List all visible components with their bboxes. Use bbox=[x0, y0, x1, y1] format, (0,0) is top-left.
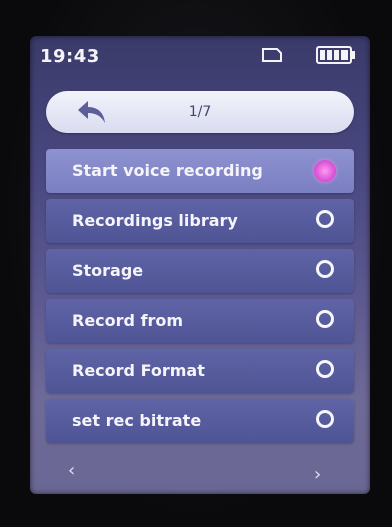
menu-item-label: Recordings library bbox=[72, 211, 238, 230]
menu-item-record-from[interactable]: Record from bbox=[46, 299, 354, 343]
menu-item-label: Storage bbox=[72, 261, 144, 280]
radio-checked-icon[interactable] bbox=[314, 160, 336, 182]
menu-item-storage[interactable]: Storage bbox=[46, 249, 354, 293]
device-bezel: 19:43 1/7 Start voice recording Recordin… bbox=[0, 0, 392, 527]
status-bar: 19:43 bbox=[30, 36, 370, 76]
radio-unchecked-icon[interactable] bbox=[316, 410, 334, 428]
radio-unchecked-icon[interactable] bbox=[316, 310, 334, 328]
menu-item-label: set rec bitrate bbox=[72, 411, 202, 430]
menu-item-record-format[interactable]: Record Format bbox=[46, 349, 354, 393]
radio-unchecked-icon[interactable] bbox=[316, 360, 334, 378]
menu-item-label: Record Format bbox=[72, 361, 205, 380]
menu-item-set-rec-bitrate[interactable]: set rec bitrate bbox=[46, 399, 354, 443]
back-button[interactable]: 1/7 bbox=[46, 91, 354, 133]
menu-item-label: Record from bbox=[72, 311, 184, 330]
radio-unchecked-icon[interactable] bbox=[316, 260, 334, 278]
battery-full-icon bbox=[316, 46, 355, 64]
clock-time: 19:43 bbox=[40, 46, 100, 67]
sd-card-icon bbox=[262, 48, 282, 62]
page-indicator: 1/7 bbox=[188, 104, 212, 120]
menu-item-start-voice-recording[interactable]: Start voice recording bbox=[46, 149, 354, 193]
chevron-right-icon[interactable]: › bbox=[314, 464, 321, 485]
device-screen: 19:43 1/7 Start voice recording Recordin… bbox=[30, 36, 370, 494]
menu-item-label: Start voice recording bbox=[72, 161, 263, 180]
radio-unchecked-icon[interactable] bbox=[316, 210, 334, 228]
chevron-left-icon[interactable]: ‹ bbox=[68, 460, 75, 481]
menu-item-recordings-library[interactable]: Recordings library bbox=[46, 199, 354, 243]
